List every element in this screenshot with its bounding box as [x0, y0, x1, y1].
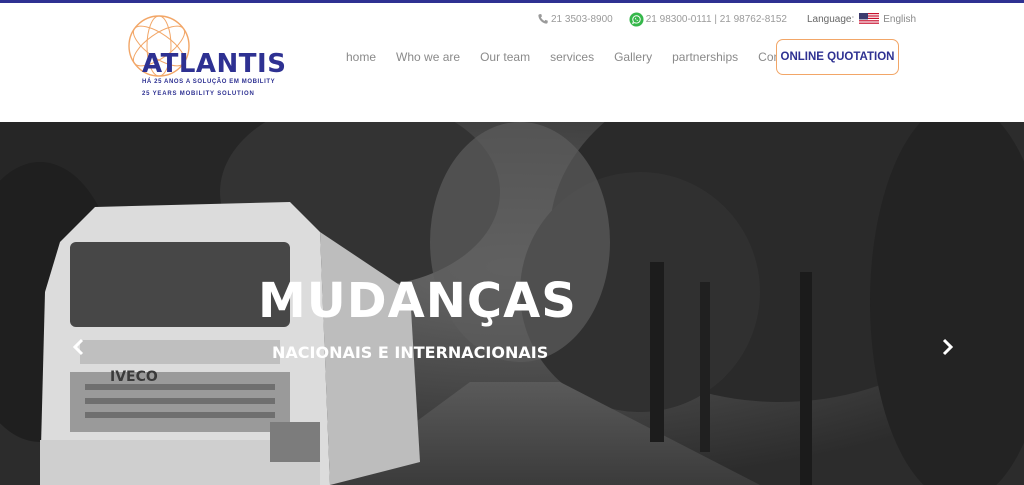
online-quotation-button[interactable]: ONLINE QUOTATION: [776, 39, 899, 75]
us-flag-icon[interactable]: [859, 13, 880, 25]
atlantis-logo[interactable]: ATLANTIS HÁ 25 ANOS A SOLUÇÃO EM MOBILIT…: [126, 13, 286, 105]
hero-title: MUDANÇAS: [258, 273, 577, 329]
nav-item-partnerships[interactable]: partnerships: [672, 50, 738, 64]
language-label: Language:: [806, 13, 855, 25]
whatsapp-icon: [629, 11, 644, 27]
contact-bar: 21 3503-8900 21 98300-0111 | 21 98762-81…: [537, 11, 916, 27]
logo-wordmark: ATLANTIS: [142, 49, 287, 79]
nav-item-services[interactable]: services: [550, 50, 594, 64]
whatsapp-numbers[interactable]: 21 98300-0111 | 21 98762-8152: [646, 14, 787, 25]
nav-item-who-we-are[interactable]: Who we are: [396, 50, 460, 64]
chevron-right-icon[interactable]: [936, 336, 958, 358]
hero-slider: IVECO MUDANÇAS NACIONAIS E INTERNACIONAI…: [0, 122, 1024, 485]
language-value[interactable]: English: [883, 14, 916, 25]
phone-number[interactable]: 21 3503-8900: [551, 14, 613, 25]
logo-tagline-pt: HÁ 25 ANOS A SOLUÇÃO EM MOBILITY: [142, 79, 276, 85]
phone-icon: [538, 14, 548, 24]
hero-subtitle: NACIONAIS E INTERNACIONAIS: [272, 343, 549, 362]
main-nav: home Who we are Our team services Galler…: [346, 50, 820, 64]
svg-text:IVECO: IVECO: [110, 369, 158, 385]
nav-item-home[interactable]: home: [346, 50, 376, 64]
chevron-left-icon[interactable]: [68, 336, 90, 358]
site-header: ATLANTIS HÁ 25 ANOS A SOLUÇÃO EM MOBILIT…: [0, 3, 1024, 122]
nav-item-gallery[interactable]: Gallery: [614, 50, 652, 64]
logo-tagline-en: 25 YEARS MOBILITY SOLUTION: [142, 91, 255, 97]
nav-item-our-team[interactable]: Our team: [480, 50, 530, 64]
